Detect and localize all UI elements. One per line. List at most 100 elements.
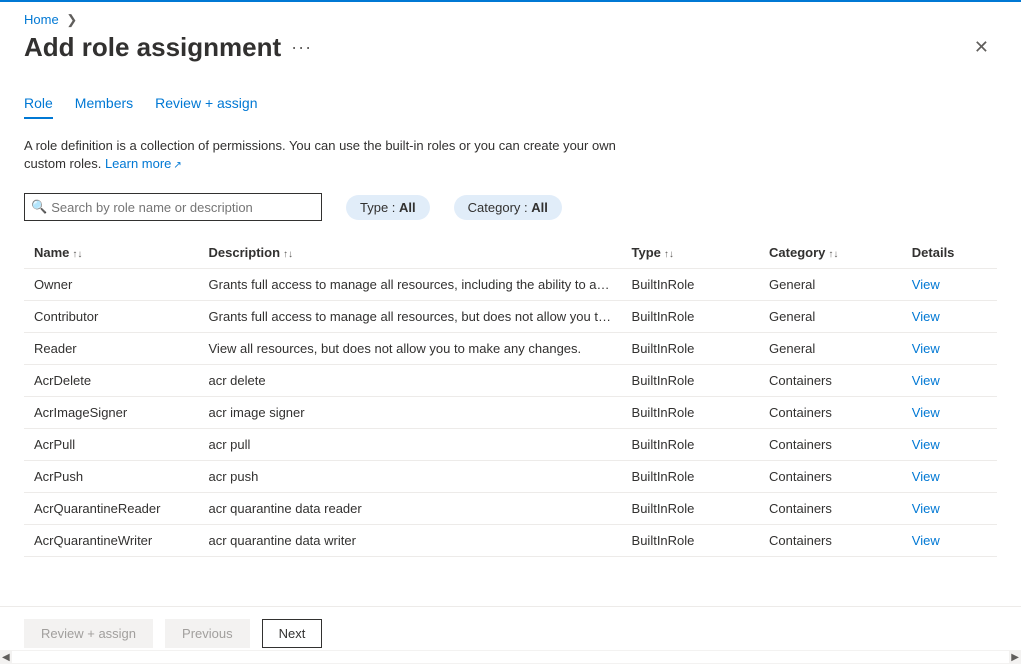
- role-name-cell: AcrImageSigner: [24, 397, 199, 429]
- role-desc-cell: Grants full access to manage all resourc…: [199, 269, 622, 301]
- view-link[interactable]: View: [912, 405, 940, 420]
- view-link[interactable]: View: [912, 501, 940, 516]
- role-category-cell: General: [759, 333, 902, 365]
- footer-bar: Review + assign Previous Next: [0, 606, 1021, 648]
- scroll-right-icon[interactable]: ▶: [1011, 652, 1019, 663]
- search-box[interactable]: 🔍: [24, 193, 322, 221]
- role-desc-cell: acr push: [199, 461, 622, 493]
- role-desc-cell: acr quarantine data reader: [199, 493, 622, 525]
- col-header-details: Details: [902, 237, 997, 269]
- sort-icon: ↑↓: [72, 249, 82, 260]
- role-type-cell: BuiltInRole: [622, 493, 759, 525]
- page-title: Add role assignment: [24, 32, 281, 63]
- view-link[interactable]: View: [912, 469, 940, 484]
- role-type-cell: BuiltInRole: [622, 365, 759, 397]
- close-icon: ✕: [974, 37, 989, 57]
- scroll-left-icon[interactable]: ◀: [2, 652, 10, 663]
- role-type-cell: BuiltInRole: [622, 525, 759, 557]
- col-header-category[interactable]: Category↑↓: [759, 237, 902, 269]
- view-link[interactable]: View: [912, 373, 940, 388]
- tab-role[interactable]: Role: [24, 95, 53, 119]
- view-link[interactable]: View: [912, 277, 940, 292]
- role-name-cell: Owner: [24, 269, 199, 301]
- filter-row: 🔍 Type : All Category : All: [24, 193, 997, 221]
- table-row[interactable]: AcrQuarantineReaderacr quarantine data r…: [24, 493, 997, 525]
- role-type-cell: BuiltInRole: [622, 429, 759, 461]
- role-details-cell: View: [902, 301, 997, 333]
- col-header-type[interactable]: Type↑↓: [622, 237, 759, 269]
- scrollbar-track[interactable]: [12, 651, 1010, 663]
- horizontal-scrollbar[interactable]: ◀▶: [0, 650, 1021, 664]
- role-category-cell: Containers: [759, 397, 902, 429]
- tab-members[interactable]: Members: [75, 95, 133, 119]
- content-area: Role Members Review + assign A role defi…: [0, 75, 1021, 571]
- next-button[interactable]: Next: [262, 619, 323, 648]
- role-name-cell: AcrPush: [24, 461, 199, 493]
- type-filter-label: Type :: [360, 200, 399, 215]
- more-icon[interactable]: ···: [291, 37, 312, 58]
- page-header: Add role assignment ··· ✕: [0, 28, 1021, 75]
- table-row[interactable]: AcrImageSigneracr image signerBuiltInRol…: [24, 397, 997, 429]
- description-text: A role definition is a collection of per…: [24, 137, 644, 173]
- chevron-right-icon: ❯: [66, 12, 77, 27]
- learn-more-link[interactable]: Learn more↗: [105, 156, 182, 171]
- search-icon: 🔍: [31, 199, 47, 215]
- table-row[interactable]: AcrPushacr pushBuiltInRoleContainersView: [24, 461, 997, 493]
- learn-more-label: Learn more: [105, 156, 171, 171]
- view-link[interactable]: View: [912, 309, 940, 324]
- role-desc-cell: acr quarantine data writer: [199, 525, 622, 557]
- table-header-row: Name↑↓ Description↑↓ Type↑↓ Category↑↓ D…: [24, 237, 997, 269]
- role-details-cell: View: [902, 269, 997, 301]
- tab-strip: Role Members Review + assign: [24, 95, 997, 119]
- breadcrumb: Home ❯: [0, 2, 1021, 28]
- role-type-cell: BuiltInRole: [622, 397, 759, 429]
- sort-icon: ↑↓: [283, 249, 293, 260]
- view-link[interactable]: View: [912, 533, 940, 548]
- role-category-cell: Containers: [759, 493, 902, 525]
- role-category-cell: General: [759, 301, 902, 333]
- col-header-description[interactable]: Description↑↓: [199, 237, 622, 269]
- role-details-cell: View: [902, 365, 997, 397]
- role-type-cell: BuiltInRole: [622, 301, 759, 333]
- col-header-name[interactable]: Name↑↓: [24, 237, 199, 269]
- type-filter-value: All: [399, 200, 416, 215]
- view-link[interactable]: View: [912, 437, 940, 452]
- col-name-label: Name: [34, 245, 69, 260]
- role-name-cell: AcrPull: [24, 429, 199, 461]
- tab-review-assign[interactable]: Review + assign: [155, 95, 257, 119]
- category-filter-value: All: [531, 200, 548, 215]
- table-row[interactable]: OwnerGrants full access to manage all re…: [24, 269, 997, 301]
- close-button[interactable]: ✕: [966, 33, 997, 62]
- role-category-cell: Containers: [759, 429, 902, 461]
- table-row[interactable]: ContributorGrants full access to manage …: [24, 301, 997, 333]
- roles-table: Name↑↓ Description↑↓ Type↑↓ Category↑↓ D…: [24, 237, 997, 557]
- role-details-cell: View: [902, 461, 997, 493]
- col-cat-label: Category: [769, 245, 825, 260]
- table-row[interactable]: ReaderView all resources, but does not a…: [24, 333, 997, 365]
- role-desc-cell: acr pull: [199, 429, 622, 461]
- category-filter-label: Category :: [468, 200, 532, 215]
- role-details-cell: View: [902, 525, 997, 557]
- role-type-cell: BuiltInRole: [622, 269, 759, 301]
- role-name-cell: AcrDelete: [24, 365, 199, 397]
- sort-icon: ↑↓: [664, 249, 674, 260]
- role-category-cell: Containers: [759, 365, 902, 397]
- view-link[interactable]: View: [912, 341, 940, 356]
- role-desc-cell: acr image signer: [199, 397, 622, 429]
- role-details-cell: View: [902, 493, 997, 525]
- role-name-cell: AcrQuarantineWriter: [24, 525, 199, 557]
- breadcrumb-home-link[interactable]: Home: [24, 12, 59, 27]
- role-desc-cell: View all resources, but does not allow y…: [199, 333, 622, 365]
- col-type-label: Type: [632, 245, 661, 260]
- category-filter-pill[interactable]: Category : All: [454, 195, 562, 220]
- type-filter-pill[interactable]: Type : All: [346, 195, 430, 220]
- role-desc-cell: acr delete: [199, 365, 622, 397]
- role-details-cell: View: [902, 333, 997, 365]
- table-row[interactable]: AcrQuarantineWriteracr quarantine data w…: [24, 525, 997, 557]
- role-name-cell: Contributor: [24, 301, 199, 333]
- table-row[interactable]: AcrDeleteacr deleteBuiltInRoleContainers…: [24, 365, 997, 397]
- table-row[interactable]: AcrPullacr pullBuiltInRoleContainers View: [24, 429, 997, 461]
- previous-button: Previous: [165, 619, 250, 648]
- role-desc-cell: Grants full access to manage all resourc…: [199, 301, 622, 333]
- search-input[interactable]: [51, 200, 315, 215]
